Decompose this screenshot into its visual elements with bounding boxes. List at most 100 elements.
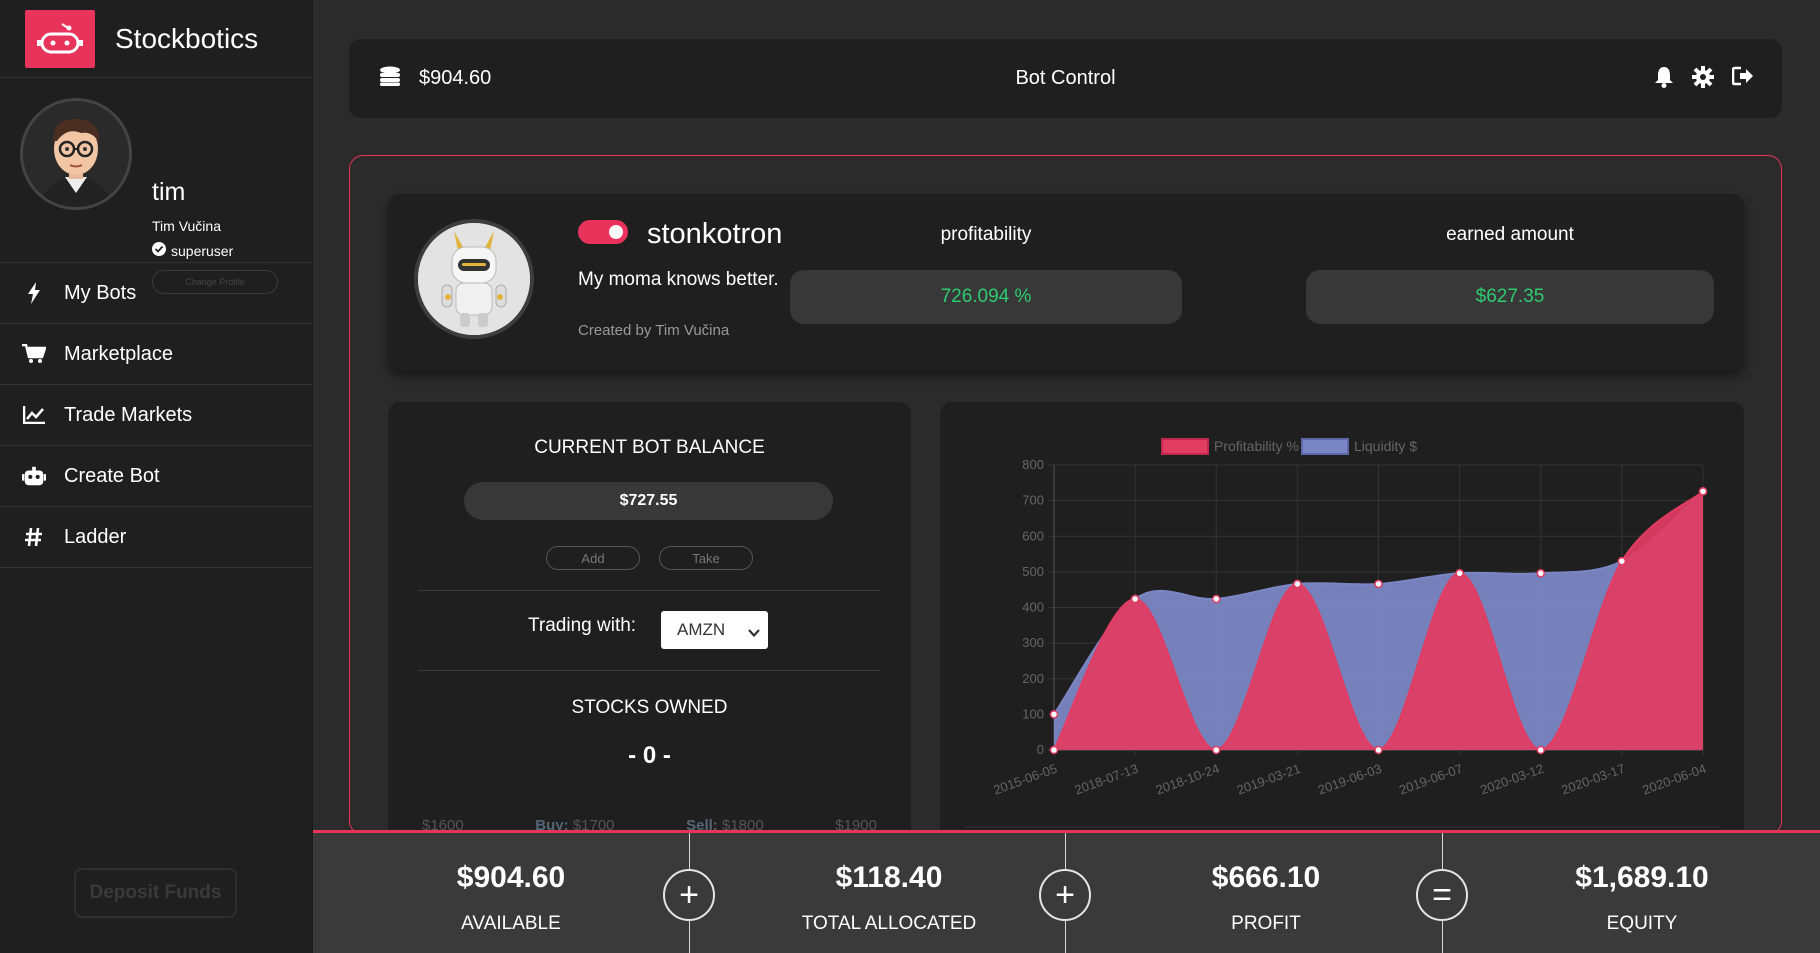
- trading-symbol-select[interactable]: AMZN: [661, 611, 768, 649]
- y-tick-label: 700: [1022, 493, 1044, 508]
- topbar-actions: [1654, 66, 1754, 93]
- hashtag-icon: [22, 525, 46, 549]
- y-tick-label: 0: [1037, 742, 1044, 757]
- nav-item-label: My Bots: [64, 281, 137, 304]
- total-allocated-label: TOTAL ALLOCATED: [801, 913, 977, 934]
- gear-icon[interactable]: [1692, 66, 1714, 93]
- legend-swatch: [1301, 438, 1349, 455]
- bot-description: My moma knows better.: [578, 269, 779, 290]
- robot-logo-icon: [25, 9, 95, 68]
- data-point: [1212, 745, 1221, 755]
- chart-line-icon: [22, 403, 46, 427]
- user-full-name: Tim Vučina: [152, 218, 221, 234]
- nav-item-label: Trade Markets: [64, 403, 193, 426]
- legend-label: Profitability %: [1214, 438, 1299, 454]
- data-point: [1049, 710, 1059, 719]
- nav-item-marketplace[interactable]: Marketplace: [0, 324, 312, 385]
- y-tick-label: 200: [1022, 671, 1044, 686]
- username: tim: [152, 178, 186, 206]
- page-title: Bot Control: [1015, 67, 1116, 89]
- top-bar: $904.60 Bot Control: [349, 39, 1782, 118]
- bell-icon[interactable]: [1654, 66, 1674, 93]
- equity-value: $1,689.10: [1575, 861, 1709, 894]
- earned-amount-value: $627.35: [1306, 270, 1714, 324]
- profit-value: $666.10: [1211, 861, 1321, 894]
- brand[interactable]: Stockbotics: [0, 0, 312, 78]
- earned-amount-label: earned amount: [1446, 224, 1574, 245]
- user-role-label: superuser: [171, 242, 234, 259]
- data-point: [1049, 745, 1059, 755]
- legend-swatch: [1161, 438, 1209, 455]
- trading-with-label: Trading with:: [528, 615, 637, 636]
- legend-label: Liquidity $: [1354, 438, 1417, 454]
- y-tick-label: 800: [1022, 457, 1044, 472]
- deposit-funds-button[interactable]: Deposit Funds: [74, 868, 237, 918]
- take-funds-button[interactable]: Take: [659, 546, 753, 570]
- data-point: [1293, 579, 1302, 589]
- profit-label: PROFIT: [1231, 913, 1301, 934]
- cart-icon: [22, 342, 46, 366]
- sidebar: Stockbotics tim Tim Vučina superuser Cha…: [0, 0, 313, 953]
- nav-item-label: Create Bot: [64, 464, 160, 487]
- data-point: [1455, 569, 1464, 578]
- x-tick-label: 2015-06-05: [991, 761, 1059, 798]
- x-tick-label: 2018-10-24: [1154, 761, 1222, 798]
- available-value: $904.60: [456, 861, 566, 894]
- app-name: Stockbotics: [115, 22, 259, 54]
- stocks-owned-title: STOCKS OWNED: [571, 697, 728, 718]
- bot-info-card: stonkotron My moma knows better. Created…: [388, 194, 1744, 370]
- y-tick-label: 100: [1022, 706, 1044, 721]
- sign-out-icon[interactable]: [1731, 66, 1754, 93]
- check-circle-icon: [152, 242, 166, 259]
- plus-icon: +: [1039, 869, 1091, 921]
- equals-icon: =: [1416, 869, 1468, 921]
- divider: [418, 670, 881, 671]
- user-role: superuser: [152, 242, 233, 259]
- profitability-label: profitability: [940, 224, 1032, 245]
- nav-item-create-bot[interactable]: Create Bot: [0, 446, 312, 507]
- bolt-icon: [22, 281, 46, 305]
- x-tick-label: 2019-06-07: [1397, 761, 1465, 798]
- totals-bar: $904.60 AVAILABLE + $118.40 TOTAL ALLOCA…: [313, 830, 1820, 953]
- data-point: [1536, 745, 1545, 755]
- bot-enabled-toggle[interactable]: [578, 220, 628, 244]
- data-point: [1374, 579, 1383, 589]
- y-tick-label: 300: [1022, 635, 1044, 650]
- profitability-value: 726.094 %: [790, 270, 1182, 324]
- change-profile-button[interactable]: Change Profile: [152, 270, 278, 294]
- data-point: [1536, 569, 1545, 578]
- add-funds-button[interactable]: Add: [546, 546, 640, 570]
- bot-avatar: [414, 219, 534, 339]
- total-allocated-value: $118.40: [835, 861, 943, 894]
- nav-item-ladder[interactable]: Ladder: [0, 507, 312, 568]
- data-point: [1698, 487, 1708, 496]
- balance-title: CURRENT BOT BALANCE: [534, 437, 765, 458]
- equity-label: EQUITY: [1606, 913, 1678, 934]
- x-tick-label: 2019-06-03: [1316, 761, 1384, 798]
- bot-balance-card: CURRENT BOT BALANCE $727.55 Add Take Tra…: [388, 402, 911, 835]
- x-tick-label: 2020-06-04: [1640, 761, 1708, 798]
- nav-item-label: Ladder: [64, 525, 127, 548]
- trading-symbol-value: AMZN: [677, 620, 726, 639]
- chevron-down-icon: [748, 623, 760, 643]
- robot-icon: [22, 464, 46, 488]
- plus-icon: +: [663, 869, 715, 921]
- x-tick-label: 2020-03-17: [1559, 761, 1627, 798]
- profitability-chart: 0 100 200 300 400 500 600 700 800 2015-06-05 2018-…: [965, 438, 1720, 828]
- x-tick-label: 2020-03-12: [1478, 761, 1546, 798]
- data-point: [1212, 594, 1221, 604]
- balance-amount: $727.55: [464, 482, 833, 520]
- bot-created-by: Created by Tim Vučina: [578, 322, 730, 339]
- nav-item-trade-markets[interactable]: Trade Markets: [0, 385, 312, 446]
- y-tick-label: 500: [1022, 564, 1044, 579]
- data-point: [1374, 745, 1383, 755]
- data-point: [1130, 594, 1140, 604]
- data-point: [1617, 556, 1627, 566]
- user-profile: tim Tim Vučina superuser Change Profile: [0, 78, 312, 294]
- bot-name: stonkotron: [647, 218, 783, 250]
- x-tick-label: 2019-03-21: [1235, 761, 1303, 798]
- profitability-chart-card: 0 100 200 300 400 500 600 700 800 2015-06-05 2018-…: [940, 402, 1744, 835]
- divider: [418, 590, 881, 591]
- nav-item-label: Marketplace: [64, 342, 173, 365]
- y-tick-label: 400: [1022, 600, 1044, 615]
